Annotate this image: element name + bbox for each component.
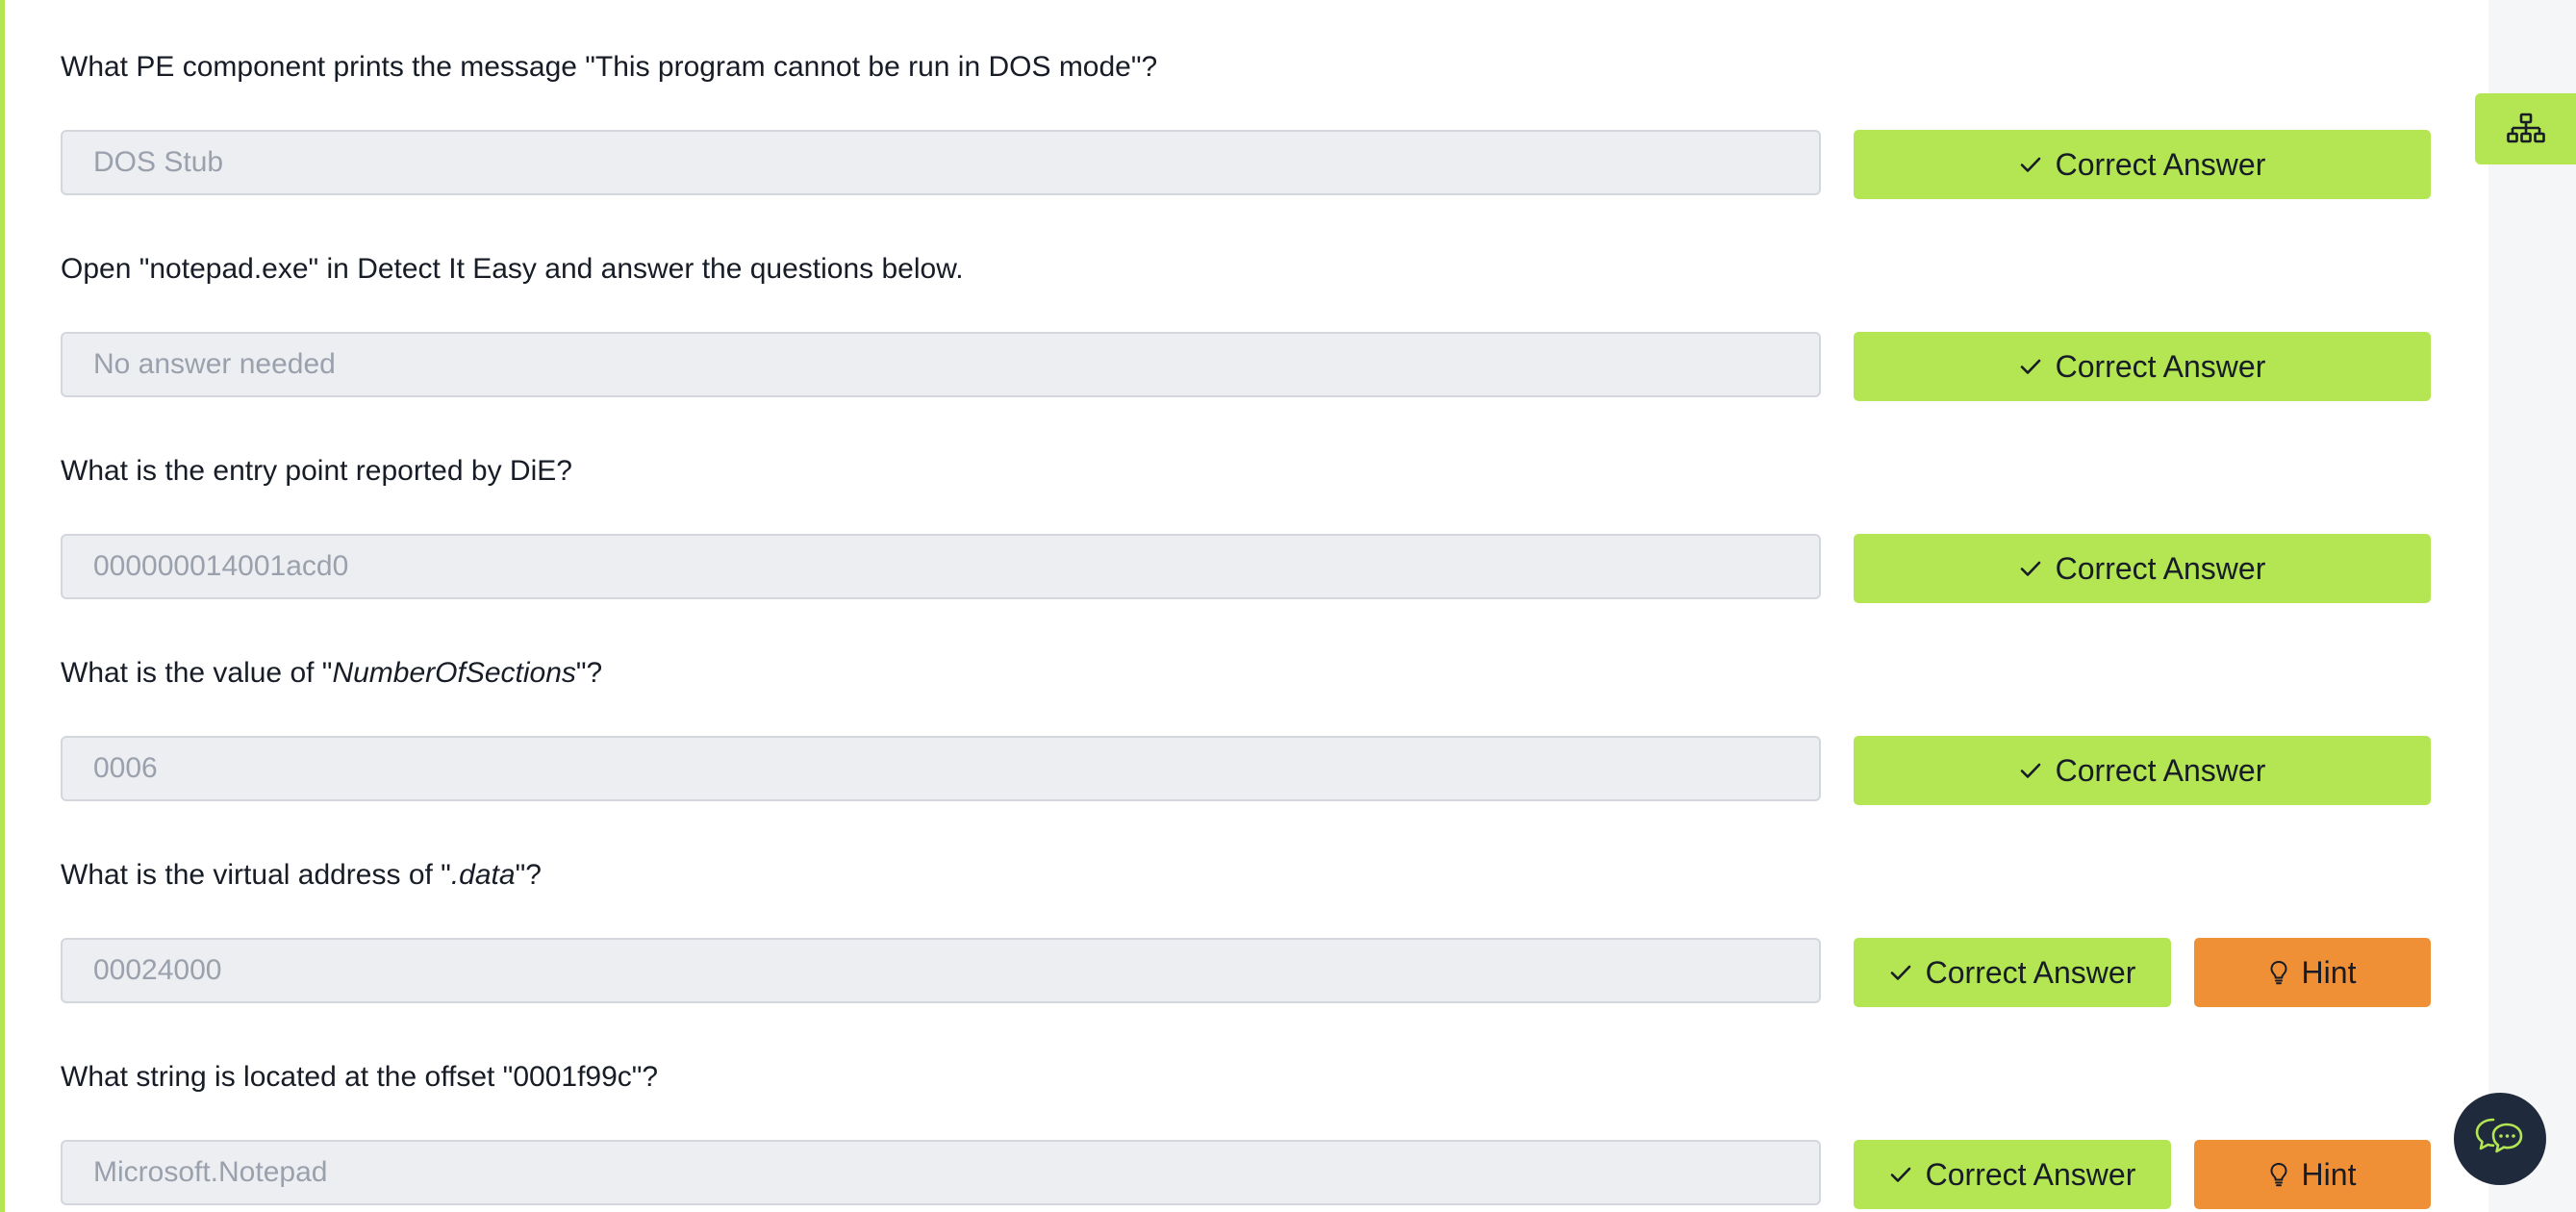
correct-answer-button[interactable]: Correct Answer <box>1854 534 2431 603</box>
correct-answer-button[interactable]: Correct Answer <box>1854 332 2431 401</box>
check-icon <box>1890 965 1910 980</box>
answer-field[interactable]: 00024000 <box>61 938 1821 1003</box>
correct-answer-label: Correct Answer <box>2055 348 2266 384</box>
question-text-suffix: "? <box>515 859 542 891</box>
task-item: What is the entry point reported by DiE?… <box>61 404 2432 606</box>
answer-field[interactable]: 000000014001acd0 <box>61 534 1821 599</box>
question-text: What is the value of "NumberOfSections"? <box>61 654 602 693</box>
hint-label: Hint <box>2301 954 2357 990</box>
hint-button[interactable]: Hint <box>2194 1140 2431 1209</box>
lightbulb-icon <box>2270 1162 2287 1187</box>
correct-answer-label: Correct Answer <box>1925 1156 2136 1192</box>
task-item: What string is located at the offset "00… <box>61 1010 2432 1212</box>
question-text: What is the entry point reported by DiE? <box>61 455 572 487</box>
task-item: Open "notepad.exe" in Detect It Easy and… <box>61 202 2432 404</box>
check-icon <box>2020 561 2040 576</box>
question-text: What is the virtual address of ".data"? <box>61 856 542 895</box>
answer-field[interactable]: Microsoft.Notepad <box>61 1140 1821 1205</box>
check-icon <box>2020 157 2040 172</box>
sitemap-icon <box>2506 113 2545 143</box>
correct-answer-button[interactable]: Correct Answer <box>1854 938 2171 1007</box>
question-text-prefix: What is the virtual address of " <box>61 859 451 891</box>
correct-answer-label: Correct Answer <box>1925 954 2136 990</box>
hint-button[interactable]: Hint <box>2194 938 2431 1007</box>
question-text: What string is located at the offset "00… <box>61 1061 659 1093</box>
answer-field[interactable]: 0006 <box>61 736 1821 801</box>
room-structure-toggle[interactable] <box>2475 93 2576 164</box>
correct-answer-label: Correct Answer <box>2055 550 2266 586</box>
question-text: Open "notepad.exe" in Detect It Easy and… <box>61 253 964 285</box>
task-item: What PE component prints the message "Th… <box>61 0 2432 202</box>
correct-answer-label: Correct Answer <box>2055 752 2266 788</box>
correct-answer-button[interactable]: Correct Answer <box>1854 736 2431 805</box>
hint-label: Hint <box>2301 1156 2357 1192</box>
check-icon <box>2020 763 2040 778</box>
question-field-name: .data <box>450 859 516 891</box>
question-text-suffix: "? <box>575 657 603 689</box>
correct-answer-button[interactable]: Correct Answer <box>1854 1140 2171 1209</box>
question-field-name: NumberOfSections <box>332 657 576 689</box>
question-text: What PE component prints the message "Th… <box>61 51 1158 83</box>
correct-answer-button[interactable]: Correct Answer <box>1854 130 2431 199</box>
right-gutter <box>2488 0 2576 1212</box>
lightbulb-icon <box>2270 960 2287 985</box>
correct-answer-label: Correct Answer <box>2055 146 2266 182</box>
task-item: What is the virtual address of ".data"? … <box>61 808 2432 1010</box>
check-icon <box>1890 1167 1910 1182</box>
question-text-prefix: What is the value of " <box>61 657 333 689</box>
check-icon <box>2020 359 2040 374</box>
chat-launcher-button[interactable] <box>2454 1093 2546 1185</box>
task-item: What is the value of "NumberOfSections"?… <box>61 606 2432 808</box>
answer-field[interactable]: No answer needed <box>61 332 1821 397</box>
accent-bar <box>0 0 5 1212</box>
answer-field[interactable]: DOS Stub <box>61 130 1821 195</box>
chat-bubble-icon <box>2475 1118 2523 1153</box>
